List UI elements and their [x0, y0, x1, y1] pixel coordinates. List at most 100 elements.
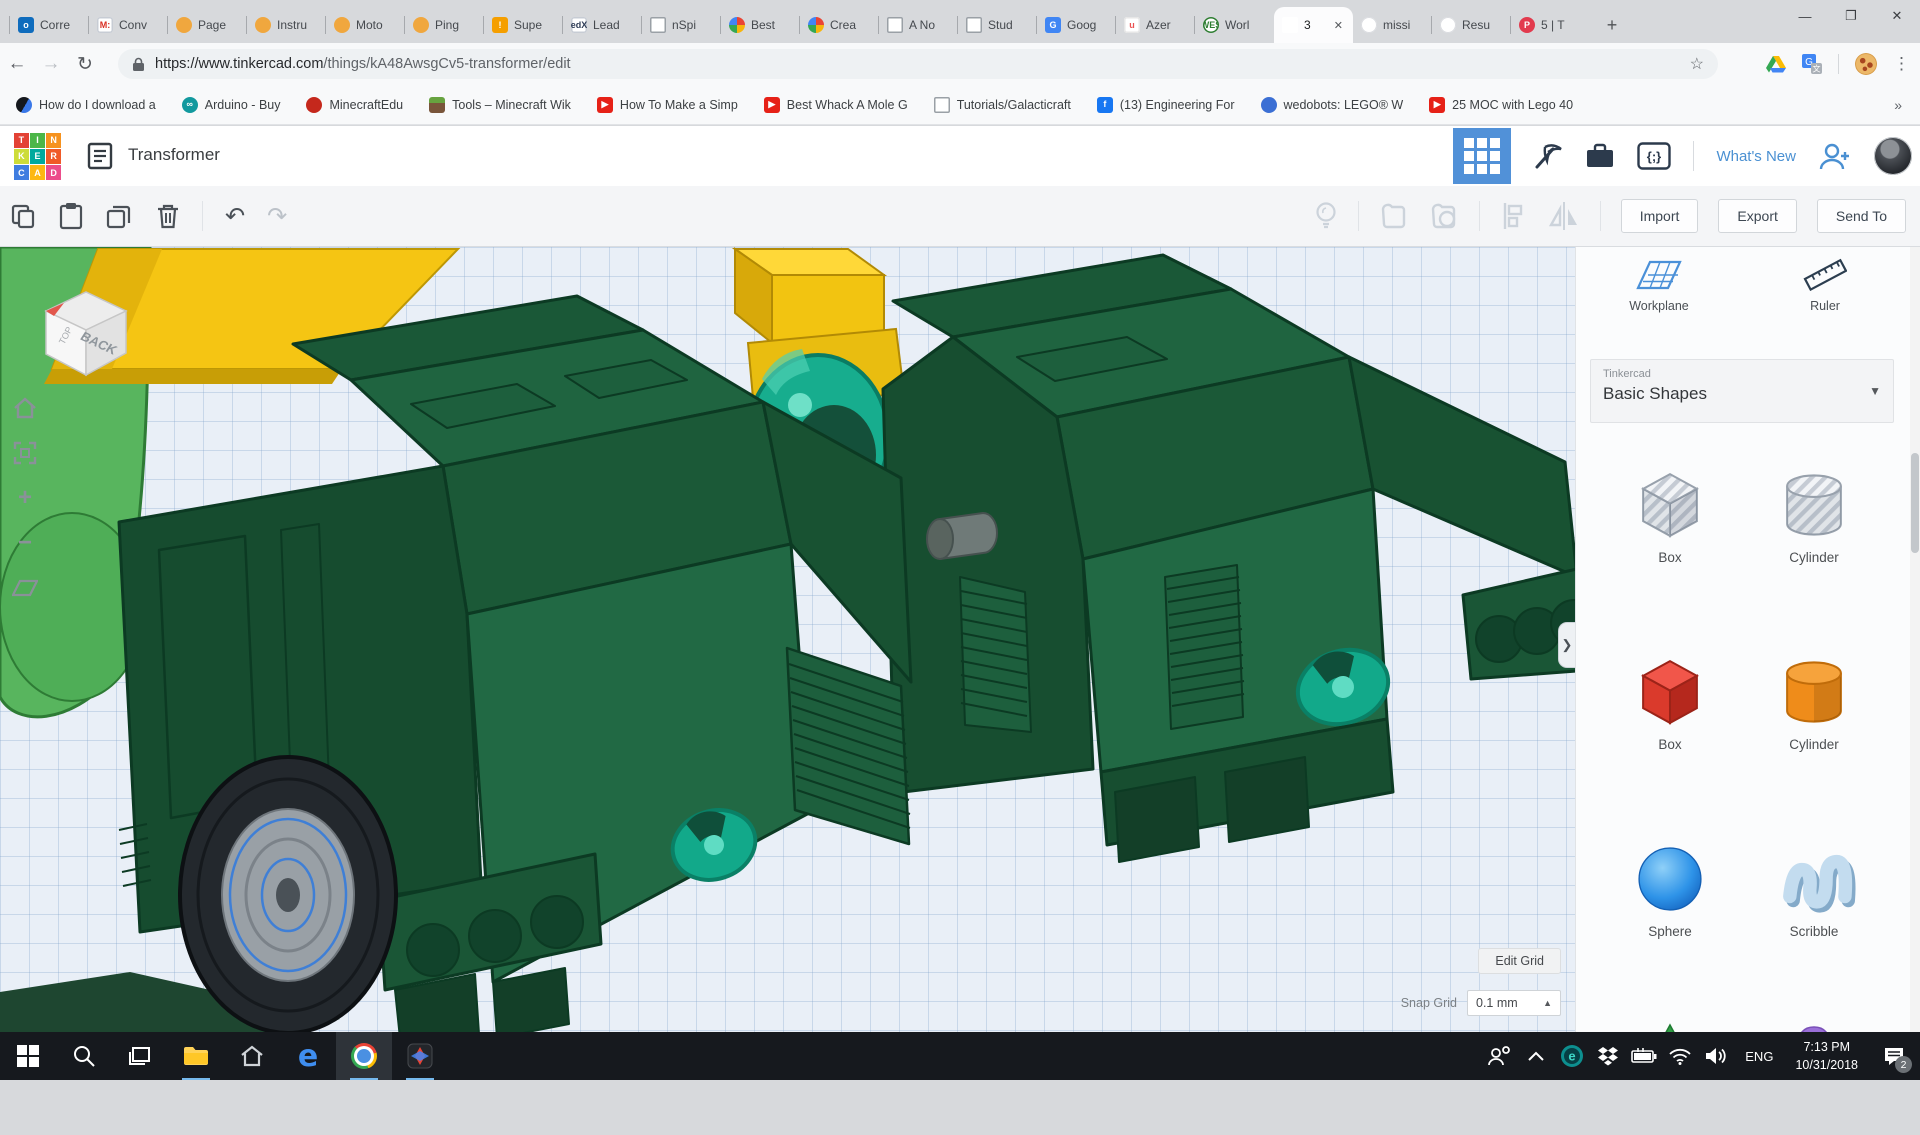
snap-grid-select[interactable]: 0.1 mm ▲ — [1467, 990, 1561, 1016]
copy-icon[interactable] — [10, 203, 36, 229]
show-all-lightbulb-icon[interactable] — [1314, 201, 1338, 231]
3d-viewport[interactable]: TOP BACK + − ❯ Edit Grid Snap Grid 0.1 m… — [0, 247, 1575, 1032]
green-truck-right[interactable] — [883, 255, 1575, 862]
start-button[interactable] — [0, 1032, 56, 1080]
invite-person-icon[interactable] — [1818, 142, 1852, 170]
whats-new-link[interactable]: What's New — [1716, 148, 1796, 165]
bookmark-item[interactable]: How do I download a — [16, 97, 156, 113]
browser-tab[interactable]: nSpi — [642, 7, 721, 43]
browser-tab[interactable]: Best — [721, 7, 800, 43]
dropbox-tray-icon[interactable] — [1593, 1032, 1623, 1080]
volume-icon[interactable] — [1701, 1032, 1731, 1080]
chrome-menu-icon[interactable]: ⋮ — [1893, 54, 1910, 74]
undo-icon[interactable]: ↶ — [225, 202, 245, 231]
briefcase-icon[interactable] — [1585, 143, 1615, 169]
workplane-tool[interactable]: Workplane — [1576, 257, 1742, 313]
pinned-app-icon[interactable] — [224, 1032, 280, 1080]
zoom-in-icon[interactable]: + — [10, 483, 40, 513]
browser-tab[interactable]: GGoog — [1037, 7, 1116, 43]
task-view-icon[interactable] — [112, 1032, 168, 1080]
pickaxe-icon[interactable] — [1533, 141, 1563, 171]
design-properties-icon[interactable] — [86, 142, 114, 170]
shape-cylinder[interactable]: Cylinder — [1742, 462, 1886, 574]
paste-icon[interactable] — [58, 202, 84, 230]
import-button[interactable]: Import — [1621, 199, 1699, 233]
shape-sphere[interactable]: Sphere — [1598, 836, 1742, 948]
browser-tab[interactable]: M:Conv — [89, 7, 168, 43]
browser-tab[interactable]: !Supe — [484, 7, 563, 43]
browser-tab[interactable]: oCorre — [10, 7, 89, 43]
bookmark-item[interactable]: wedobots: LEGO® W — [1261, 97, 1404, 113]
bookmark-star-icon[interactable]: ☆ — [1690, 54, 1704, 74]
scrollbar-thumb[interactable] — [1911, 453, 1919, 553]
ruler-tool[interactable]: Ruler — [1742, 257, 1908, 313]
action-center-icon[interactable]: 2 — [1872, 1032, 1916, 1080]
browser-tab[interactable]: uAzer — [1116, 7, 1195, 43]
browser-tab[interactable]: Gmissi — [1353, 7, 1432, 43]
taskbar-clock[interactable]: 7:13 PM 10/31/2018 — [1787, 1038, 1866, 1074]
truck-wheel[interactable] — [180, 757, 396, 1032]
chrome-browser-icon[interactable] — [336, 1032, 392, 1080]
browser-tab[interactable]: Moto — [326, 7, 405, 43]
bookmark-item[interactable]: ▶25 MOC with Lego 40 — [1429, 97, 1573, 113]
panel-collapse-handle[interactable]: ❯ — [1558, 622, 1575, 668]
browser-tab[interactable]: A No — [879, 7, 958, 43]
zoom-out-icon[interactable]: − — [10, 528, 40, 558]
gallery-grid-button[interactable] — [1453, 128, 1511, 184]
bookmark-item[interactable]: MinecraftEdu — [306, 97, 403, 113]
search-icon[interactable] — [56, 1032, 112, 1080]
edge-browser-icon[interactable]: e — [280, 1032, 336, 1080]
shape-cylinder[interactable]: Cylinder — [1742, 649, 1886, 761]
browser-tab[interactable]: P5 | T — [1511, 7, 1590, 43]
antivirus-tray-icon[interactable]: e — [1557, 1032, 1587, 1080]
tab-close-icon[interactable]: ✕ — [1332, 17, 1345, 34]
align-icon[interactable] — [1500, 201, 1528, 231]
window-minimize-button[interactable]: — — [1782, 0, 1828, 32]
tray-chevron-up-icon[interactable] — [1521, 1032, 1551, 1080]
bookmark-item[interactable]: Tools – Minecraft Wik — [429, 97, 571, 113]
browser-tab[interactable]: WESWorl — [1195, 7, 1274, 43]
shape-box[interactable]: Box — [1598, 649, 1742, 761]
view-cube[interactable]: TOP BACK — [34, 283, 138, 379]
mirror-flip-icon[interactable] — [1548, 201, 1580, 231]
tinkercad-logo[interactable]: TINKERCAD — [14, 133, 61, 180]
bookmark-item[interactable]: ∞Arduino - Buy — [182, 97, 281, 113]
reload-icon[interactable]: ↻ — [68, 53, 102, 76]
panel-scrollbar[interactable] — [1910, 247, 1920, 1032]
bookmark-item[interactable]: ▶How To Make a Simp — [597, 97, 738, 113]
browser-tab[interactable]: edXLead — [563, 7, 642, 43]
window-maximize-button[interactable]: ❐ — [1828, 0, 1874, 32]
wifi-icon[interactable] — [1665, 1032, 1695, 1080]
group-icon[interactable] — [1379, 201, 1409, 231]
drive-extension-icon[interactable] — [1766, 55, 1786, 73]
translate-extension-icon[interactable]: G文 — [1802, 54, 1822, 74]
window-close-button[interactable]: ✕ — [1874, 0, 1920, 32]
browser-tab[interactable]: Crea — [800, 7, 879, 43]
file-explorer-icon[interactable] — [168, 1032, 224, 1080]
home-view-icon[interactable] — [10, 393, 40, 423]
workplane-view-icon[interactable] — [10, 573, 40, 603]
bookmark-item[interactable]: f(13) Engineering For — [1097, 97, 1235, 113]
edit-grid-button[interactable]: Edit Grid — [1478, 948, 1561, 974]
browser-tab[interactable]: Page — [168, 7, 247, 43]
photos-app-icon[interactable] — [392, 1032, 448, 1080]
language-indicator[interactable]: ENG — [1737, 1049, 1781, 1064]
bookmark-item[interactable]: Tutorials/Galacticraft — [934, 97, 1071, 113]
new-tab-button[interactable]: + — [1598, 11, 1626, 39]
browser-tab[interactable]: Stud — [958, 7, 1037, 43]
ungroup-icon[interactable] — [1429, 201, 1459, 231]
browser-tab[interactable]: Ping — [405, 7, 484, 43]
url-omnibox[interactable]: https://www.tinkercad.com/things/kA48Aws… — [118, 49, 1718, 79]
shape-box[interactable]: Box — [1598, 462, 1742, 574]
bookmarks-overflow-icon[interactable]: » — [1894, 97, 1902, 113]
shape-scribble[interactable]: Scribble — [1742, 836, 1886, 948]
bookmark-item[interactable]: ▶Best Whack A Mole G — [764, 97, 908, 113]
user-avatar[interactable] — [1874, 137, 1912, 175]
duplicate-icon[interactable] — [106, 203, 134, 229]
fit-view-icon[interactable] — [10, 438, 40, 468]
codeblocks-icon[interactable]: {;} — [1637, 142, 1671, 170]
pizza-extension-icon[interactable] — [1855, 53, 1877, 75]
back-icon[interactable]: ← — [0, 53, 34, 75]
forward-icon[interactable]: → — [34, 53, 68, 75]
send-to-button[interactable]: Send To — [1817, 199, 1906, 233]
